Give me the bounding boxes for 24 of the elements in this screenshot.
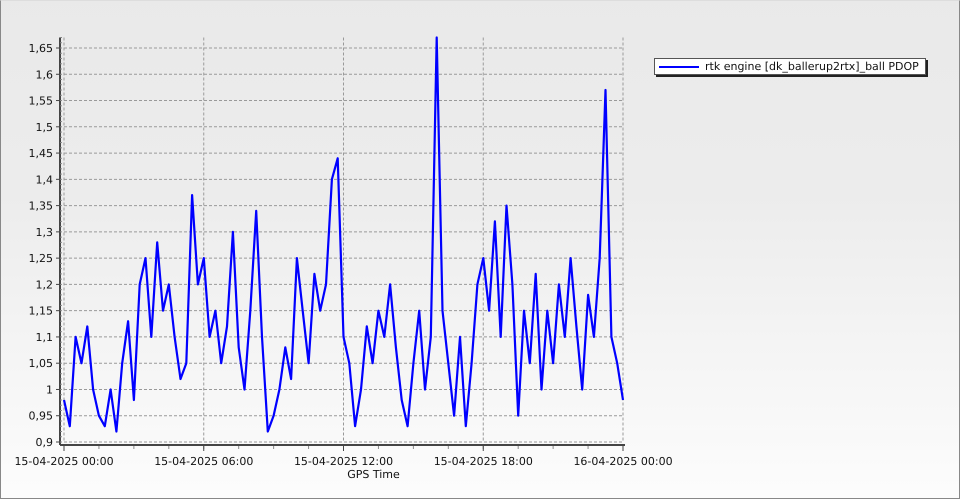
x-axis-title: GPS Time xyxy=(347,468,400,481)
y-tick-label: 0,9 xyxy=(36,436,53,449)
y-tick-label: 1,1 xyxy=(36,330,53,344)
x-tick-label: 15-04-2025 18:00 xyxy=(434,455,533,468)
x-tick-label: 15-04-2025 00:00 xyxy=(14,455,114,468)
legend-label: rtk engine [dk_ballerup2rtx]_ball PDOP xyxy=(705,60,919,73)
y-tick-label: 1,2 xyxy=(36,278,53,292)
y-tick-label: 0,95 xyxy=(28,410,53,423)
y-tick-label: 1,25 xyxy=(28,252,53,266)
y-tick-label: 1,4 xyxy=(36,173,53,186)
y-tick-label: 1,3 xyxy=(36,226,53,239)
y-tick-label: 1,5 xyxy=(36,120,53,134)
y-tick-label: 1,15 xyxy=(28,304,53,318)
y-tick-label: 1,65 xyxy=(28,42,53,55)
x-tick-label: 15-04-2025 12:00 xyxy=(294,455,394,468)
x-tick-label: 16-04-2025 00:00 xyxy=(573,455,673,468)
y-tick-label: 1,35 xyxy=(28,200,53,213)
y-tick-label: 1 xyxy=(46,383,53,396)
y-tick-label: 1,45 xyxy=(28,147,53,160)
y-tick-label: 1,6 xyxy=(36,68,53,82)
legend-line-icon xyxy=(659,64,699,70)
y-tick-label: 1,55 xyxy=(28,94,53,108)
x-tick-label: 15-04-2025 06:00 xyxy=(154,455,254,468)
y-tick-label: 1,05 xyxy=(28,357,53,370)
